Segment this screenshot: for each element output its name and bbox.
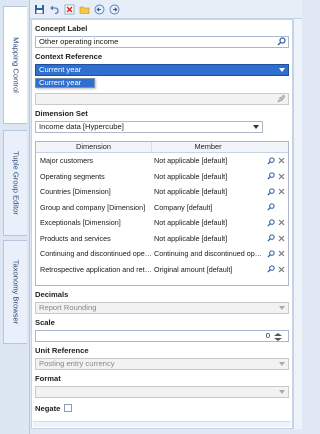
folder-icon[interactable] [79, 4, 90, 15]
forward-icon[interactable] [109, 4, 120, 15]
side-tab-strip: Mapping Control Tuple Group Editor Taxon… [0, 0, 30, 434]
negate-heading: Negate [35, 404, 61, 413]
edit-icon [277, 94, 286, 103]
close-icon[interactable] [277, 172, 286, 181]
dimension-cell: Continuing and discontinued operat... [40, 249, 152, 259]
search-icon[interactable] [266, 187, 275, 196]
concept-label-value: Other operating income [39, 37, 119, 46]
member-cell: Company [default] [154, 202, 213, 212]
search-icon[interactable] [266, 249, 275, 258]
concept-label-heading: Concept Label [35, 24, 88, 33]
scale-input[interactable]: 0 [35, 330, 289, 342]
member-cell: Not applicable [default] [154, 187, 228, 197]
chevron-down-icon [279, 68, 285, 72]
tab-taxonomy-browser[interactable]: Taxonomy Browser [3, 240, 27, 344]
toolbar [30, 0, 302, 19]
concept-label-field[interactable]: Other operating income [35, 36, 289, 48]
table-body: Major customers Not applicable [default] O… [36, 153, 288, 277]
decimals-heading: Decimals [35, 290, 69, 299]
dropdown-option[interactable]: Current year [36, 79, 94, 87]
search-icon[interactable] [266, 172, 275, 181]
dimension-cell: Retrospective application and retros... [40, 264, 152, 274]
dimension-cell: Group and company [Dimension] [40, 202, 146, 212]
tab-label: Mapping Control [11, 37, 20, 93]
member-cell: Not applicable [default] [154, 233, 228, 243]
undo-icon[interactable] [49, 4, 60, 15]
delete-icon[interactable] [64, 4, 75, 15]
dimension-cell: Major customers [40, 156, 94, 166]
context-combo-disabled [35, 93, 289, 105]
negate-checkbox[interactable] [64, 404, 72, 412]
close-icon [277, 203, 286, 212]
table-row[interactable]: Group and company [Dimension] Company [de… [36, 200, 288, 216]
close-icon[interactable] [277, 265, 286, 274]
context-reference-value: Current year [39, 65, 82, 74]
vertical-scrollbar[interactable] [293, 19, 302, 429]
chevron-down-icon [279, 306, 285, 310]
dimension-cell: Countries [Dimension] [40, 187, 111, 197]
horizontal-scrollbar[interactable] [33, 421, 291, 427]
member-cell: Not applicable [default] [154, 156, 228, 166]
scale-value: 0 [265, 331, 270, 340]
tab-label: Tuple Group Editor [11, 151, 20, 215]
dimension-set-heading: Dimension Set [35, 109, 88, 118]
dimension-set-value: Income data [Hypercube] [39, 122, 124, 131]
context-reference-select[interactable]: Current year [35, 64, 289, 76]
table-row[interactable]: Exceptionals [Dimension] Not applicable [… [36, 215, 288, 231]
search-icon[interactable] [266, 203, 275, 212]
chevron-down-icon [253, 125, 259, 129]
search-icon[interactable] [266, 265, 275, 274]
table-row[interactable]: Continuing and discontinued operat... Con… [36, 246, 288, 262]
dimension-set-select[interactable]: Income data [Hypercube] [35, 121, 263, 133]
table-header: Dimension Member [36, 142, 288, 153]
dimension-cell: Operating segments [40, 171, 105, 181]
stepper-icon[interactable] [272, 332, 284, 342]
context-reference-dropdown: Current year [35, 78, 95, 88]
tab-mapping-control[interactable]: Mapping Control [3, 6, 27, 124]
unit-reference-select: Posting entry currency [35, 358, 289, 370]
dimension-cell: Exceptionals [Dimension] [40, 218, 121, 228]
format-select [35, 386, 289, 398]
tab-tuple-group-editor[interactable]: Tuple Group Editor [3, 130, 27, 236]
member-cell: Continuing and discontinued operat... [154, 249, 264, 259]
member-cell: Not applicable [default] [154, 218, 228, 228]
tab-label: Taxonomy Browser [11, 259, 20, 325]
table-row[interactable]: Operating segments Not applicable [defaul… [36, 169, 288, 185]
close-icon[interactable] [277, 234, 286, 243]
search-icon[interactable] [266, 156, 275, 165]
unit-reference-heading: Unit Reference [35, 346, 89, 355]
close-icon[interactable] [277, 218, 286, 227]
decimals-value: Report Rounding [39, 303, 97, 312]
column-header-member: Member [194, 142, 222, 151]
table-row[interactable]: Products and services Not applicable [def… [36, 231, 288, 247]
dimension-member-table: Dimension Member Major customers Not appl… [35, 141, 289, 286]
back-icon[interactable] [94, 4, 105, 15]
context-reference-heading: Context Reference [35, 52, 103, 61]
table-row[interactable]: Retrospective application and retros... O… [36, 262, 288, 278]
chevron-down-icon [279, 362, 285, 366]
close-icon[interactable] [277, 249, 286, 258]
search-icon[interactable] [266, 218, 275, 227]
search-icon[interactable] [266, 234, 275, 243]
close-icon[interactable] [277, 156, 286, 165]
unit-reference-value: Posting entry currency [39, 359, 115, 368]
column-header-dimension: Dimension [36, 142, 152, 152]
save-icon[interactable] [34, 4, 45, 15]
format-heading: Format [35, 374, 61, 383]
scale-heading: Scale [35, 318, 55, 327]
dimension-cell: Products and services [40, 233, 111, 243]
table-row[interactable]: Major customers Not applicable [default] [36, 153, 288, 169]
properties-panel: Concept Label Other operating income Con… [31, 19, 293, 429]
member-cell: Not applicable [default] [154, 171, 228, 181]
close-icon[interactable] [277, 187, 286, 196]
search-icon[interactable] [277, 37, 286, 46]
member-cell: Original amount [default] [154, 264, 233, 274]
chevron-down-icon [279, 390, 285, 394]
table-row[interactable]: Countries [Dimension] Not applicable [def… [36, 184, 288, 200]
decimals-select: Report Rounding [35, 302, 289, 314]
